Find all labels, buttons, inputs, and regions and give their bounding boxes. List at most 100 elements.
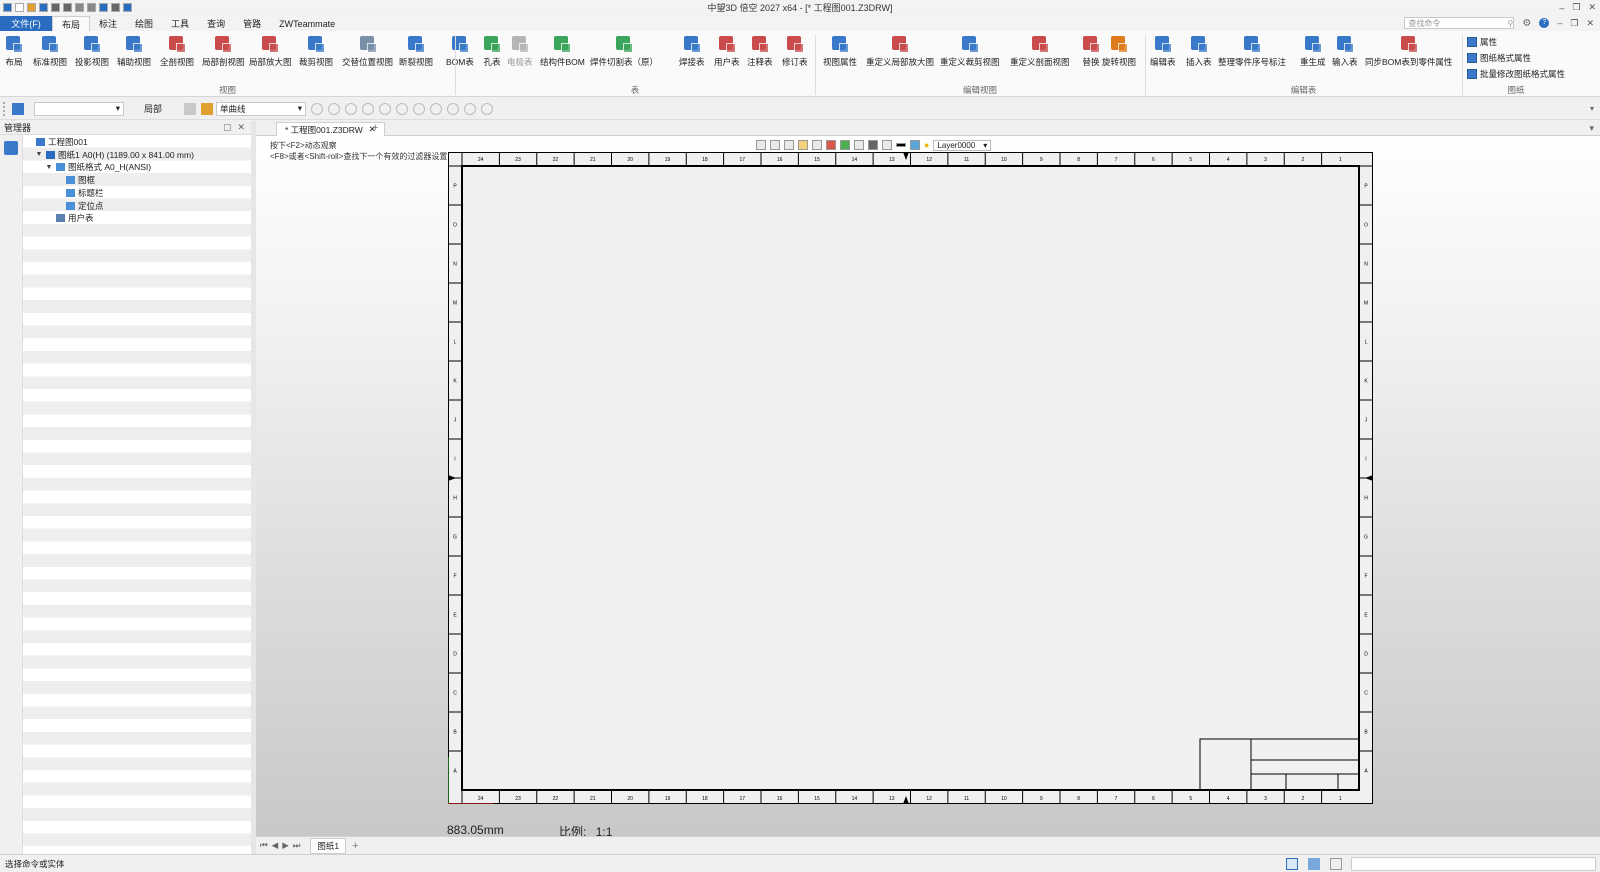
menu-tab-2[interactable]: 绘图: [126, 16, 162, 31]
ribbon-button-18[interactable]: 修订表: [782, 33, 808, 67]
view-select-icon[interactable]: [798, 140, 808, 150]
ribbon-button-23[interactable]: 替换: [1080, 33, 1102, 67]
line-style-icon[interactable]: [896, 143, 906, 147]
ribbon-button-9[interactable]: 断裂视图: [399, 33, 433, 67]
view-pan-icon[interactable]: [770, 140, 780, 150]
command-search-input[interactable]: 查找命令 ⚲: [1404, 17, 1515, 29]
snap-spline-icon[interactable]: [447, 102, 460, 115]
ribbon-button-2[interactable]: 投影视图: [75, 33, 109, 67]
ribbon-button-3[interactable]: 辅助视图: [117, 33, 151, 67]
expand-arrow-icon[interactable]: ▼: [35, 151, 43, 158]
ribbon-button-19[interactable]: 视图属性: [823, 33, 857, 67]
add-tab-icon[interactable]: +: [372, 122, 378, 134]
search-icon[interactable]: ⚲: [1508, 19, 1514, 28]
ribbon-small-button-0[interactable]: 属性: [1467, 36, 1497, 48]
undo-icon[interactable]: [75, 3, 84, 12]
snap-circle-icon[interactable]: [396, 102, 409, 115]
snap-grid-icon[interactable]: [345, 102, 358, 115]
ribbon-button-0[interactable]: 布局: [3, 33, 25, 67]
new-file-icon[interactable]: [15, 3, 24, 12]
save-icon[interactable]: [39, 3, 48, 12]
layer-combo-view[interactable]: Layer0000 ▾: [933, 139, 992, 151]
ribbon-button-5[interactable]: 局部剖视图: [202, 33, 245, 67]
snap-quadrant-icon[interactable]: [413, 102, 426, 115]
ribbon-button-15[interactable]: 焊接表: [679, 33, 705, 67]
view-zoom-icon[interactable]: [784, 140, 794, 150]
ribbon-button-10[interactable]: BOM表: [446, 33, 474, 67]
ribbon-small-button-1[interactable]: 图纸格式属性: [1467, 52, 1531, 64]
open-folder-icon[interactable]: [27, 3, 36, 12]
next-sheet-icon[interactable]: ▶: [282, 840, 289, 851]
ribbon-button-20[interactable]: 重定义局部放大图: [866, 33, 934, 67]
ribbon-button-7[interactable]: 裁剪视图: [299, 33, 333, 67]
window-close-icon[interactable]: ✕: [1586, 18, 1594, 29]
layer-combo[interactable]: ▾: [34, 101, 124, 116]
ribbon-button-24[interactable]: 旋转视图: [1102, 33, 1136, 67]
redo-icon[interactable]: [87, 3, 96, 12]
expand-arrow-icon[interactable]: ▼: [45, 164, 53, 171]
ribbon-button-13[interactable]: 结构件BOM: [540, 33, 585, 67]
menu-tab-3[interactable]: 工具: [162, 16, 198, 31]
ribbon-button-12[interactable]: 电极表: [507, 33, 533, 67]
bulb-icon[interactable]: ●: [924, 140, 929, 150]
close-icon[interactable]: ✕: [1588, 2, 1596, 13]
file-menu[interactable]: 文件(F): [0, 16, 52, 31]
restore-icon[interactable]: ❐: [1572, 2, 1580, 13]
minimize-icon[interactable]: –: [1559, 3, 1564, 13]
regen-icon[interactable]: [99, 3, 108, 12]
view-grid-icon[interactable]: [826, 140, 836, 150]
dropdown-icon[interactable]: [111, 3, 120, 12]
tree-item[interactable]: 标题栏: [55, 187, 104, 199]
menu-tab-1[interactable]: 标注: [90, 16, 126, 31]
ribbon-button-25[interactable]: 编辑表: [1150, 33, 1176, 67]
filter-icon[interactable]: [12, 102, 24, 115]
view-section-icon[interactable]: [854, 140, 864, 150]
drawing-canvas[interactable]: 按下<F2>动态观察 <F8>或者<Shift-roll>查找下一个有效的过滤器…: [256, 136, 1600, 839]
add-sheet-icon[interactable]: +: [352, 840, 358, 852]
panel-menu-icon[interactable]: ▾: [1589, 123, 1594, 134]
ribbon-button-11[interactable]: 孔表: [481, 33, 503, 67]
app-logo-icon[interactable]: [3, 3, 12, 12]
window-restore-icon[interactable]: ❐: [1570, 18, 1578, 29]
ribbon-button-22[interactable]: 重定义剖面视图: [1010, 33, 1070, 67]
view-light-icon[interactable]: [882, 140, 892, 150]
help-icon[interactable]: ?: [1539, 18, 1550, 28]
ribbon-button-30[interactable]: 同步BOM表到零件属性: [1365, 33, 1452, 67]
status-layout-icon[interactable]: [1286, 858, 1298, 870]
view-shade-icon[interactable]: [868, 140, 878, 150]
tree-item[interactable]: 工程图001: [25, 136, 88, 148]
ribbon-small-button-2[interactable]: 批量修改图纸格式属性: [1467, 68, 1565, 80]
view-display-icon[interactable]: [840, 140, 850, 150]
drawing-sheet[interactable]: 24 24 23 23 22 22 21 21 20 20 19 19 18 18 17 17 16 16 15 15…: [447, 152, 1373, 839]
ribbon-button-27[interactable]: 整理零件序号标注: [1218, 33, 1286, 67]
snap-tangent-icon[interactable]: [379, 102, 392, 115]
snap-end-icon[interactable]: [481, 102, 494, 115]
snap-arc-icon[interactable]: [464, 102, 477, 115]
tree-item[interactable]: ▼ 图纸格式 A0_H(ANSI): [45, 161, 152, 173]
status-display-icon[interactable]: [1308, 858, 1320, 870]
sheet-tab[interactable]: 图纸1: [310, 837, 347, 854]
snap-curve-icon[interactable]: [430, 102, 443, 115]
prev-sheet-icon[interactable]: ◀: [272, 840, 279, 851]
command-input[interactable]: [1351, 857, 1596, 871]
status-grid-icon[interactable]: [1330, 858, 1342, 870]
ribbon-button-16[interactable]: 用户表: [714, 33, 740, 67]
ribbon-button-6[interactable]: 局部放大图: [249, 33, 292, 67]
ribbon-button-4[interactable]: 全剖视图: [160, 33, 194, 67]
panel-close-icon[interactable]: ✕: [237, 122, 245, 133]
print-icon[interactable]: [51, 3, 60, 12]
ribbon-button-28[interactable]: 重生成: [1300, 33, 1326, 67]
tree-item[interactable]: ▼ 图纸1 A0(H) (1189.00 x 841.00 mm): [35, 149, 194, 161]
tree-item[interactable]: 用户表: [45, 212, 94, 224]
ribbon-button-29[interactable]: 输入表: [1332, 33, 1358, 67]
snap-center-icon[interactable]: [328, 102, 341, 115]
menu-tab-6[interactable]: ZWTeammate: [270, 16, 344, 31]
filter-combo[interactable]: 单曲线 ▾: [216, 101, 307, 116]
snap-line-icon[interactable]: [362, 102, 375, 115]
window-minimize-icon[interactable]: –: [1557, 18, 1562, 28]
view-fit-icon[interactable]: [756, 140, 766, 150]
first-sheet-icon[interactable]: ⏮: [260, 840, 268, 851]
ribbon-button-26[interactable]: 插入表: [1186, 33, 1212, 67]
ribbon-button-14[interactable]: 焊件切割表（原）: [590, 33, 658, 67]
select-filter-icon[interactable]: [184, 102, 197, 115]
